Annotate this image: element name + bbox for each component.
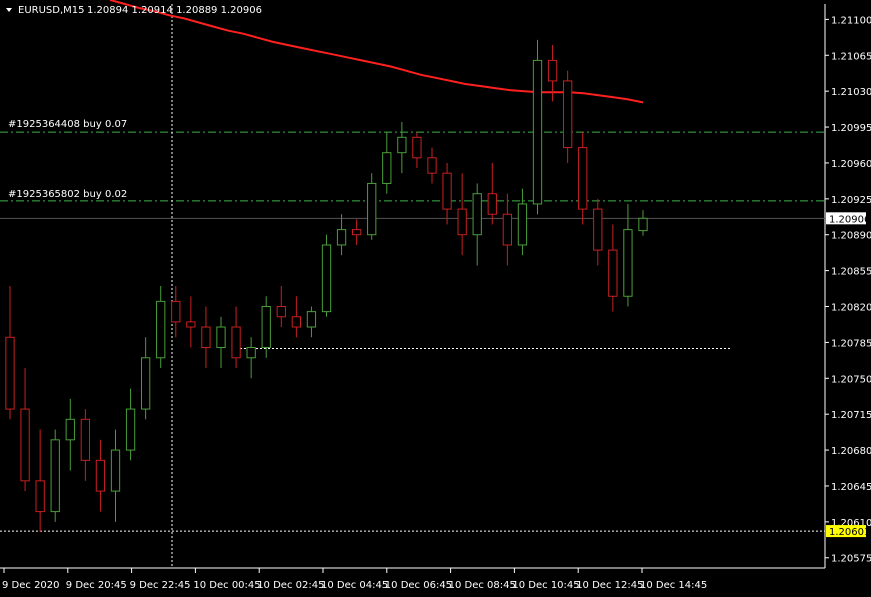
- ohlc-label: 1.20894 1.20914 1.20889 1.20906: [87, 5, 262, 16]
- candle-body: [140, 357, 151, 410]
- candle-body: [457, 208, 467, 236]
- time-tick-label: 10 Dec 00:45: [193, 580, 260, 591]
- candle-body: [547, 59, 558, 82]
- price-tick-label: 1.20750: [831, 374, 871, 385]
- time-tick-label: 10 Dec 14:45: [640, 580, 707, 591]
- candle-body: [562, 80, 573, 149]
- candle-body: [171, 300, 181, 323]
- bid-price-text: 1.20906: [829, 214, 870, 225]
- order-label-1[interactable]: #1925364408 buy 0.07: [8, 119, 127, 130]
- candle-body: [216, 326, 226, 349]
- candle-body: [638, 217, 648, 232]
- candle-body: [186, 321, 196, 328]
- candle-body: [231, 326, 241, 359]
- candle-body: [276, 306, 286, 318]
- time-tick-label: 10 Dec 12:45: [576, 580, 643, 591]
- candle-body: [246, 347, 256, 359]
- candle-body: [487, 193, 497, 215]
- candle-body: [306, 311, 317, 328]
- symbol-label: EURUSD,M15: [18, 5, 84, 16]
- candle-body: [412, 136, 422, 159]
- price-tick-label: 1.20890: [831, 231, 871, 242]
- candle-body: [125, 408, 136, 451]
- candle-body: [532, 59, 543, 205]
- candle-body: [367, 182, 377, 236]
- time-tick-label: 10 Dec 10:45: [512, 580, 579, 591]
- time-tick-label: 10 Dec 06:45: [385, 580, 452, 591]
- candle-body: [5, 336, 15, 410]
- candle-body: [472, 193, 482, 236]
- candle-body: [608, 249, 618, 297]
- candle-body: [65, 418, 75, 441]
- candle-body: [351, 229, 362, 236]
- chart-background: [0, 0, 871, 597]
- time-tick-label: 9 Dec 2020: [2, 580, 60, 591]
- time-tick-label: 9 Dec 20:45: [66, 580, 127, 591]
- candle-body: [201, 326, 211, 349]
- price-tick-label: 1.20925: [831, 195, 871, 206]
- price-tick-label: 1.20995: [831, 123, 871, 134]
- price-tick-label: 1.20960: [831, 159, 871, 170]
- order-label-2[interactable]: #1925365802 buy 0.02: [8, 189, 127, 200]
- candle-body: [35, 480, 45, 513]
- price-tick-label: 1.21065: [831, 51, 871, 62]
- ask-price-text: 1.20601: [829, 527, 870, 538]
- price-tick-label: 1.20575: [831, 554, 871, 565]
- candle-body: [20, 408, 30, 482]
- candle-body: [110, 449, 121, 492]
- price-tick-label: 1.20820: [831, 303, 871, 314]
- candle-body: [261, 306, 271, 349]
- price-tick-label: 1.20680: [831, 446, 871, 457]
- candle-body: [50, 439, 60, 513]
- time-tick-label: 9 Dec 22:45: [130, 580, 191, 591]
- time-tick-label: 10 Dec 04:45: [321, 580, 388, 591]
- candle-body: [156, 300, 166, 359]
- candle-body: [517, 203, 528, 246]
- time-tick-label: 10 Dec 02:45: [257, 580, 324, 591]
- price-tick-label: 1.20855: [831, 267, 871, 278]
- time-tick-label: 10 Dec 08:45: [449, 580, 516, 591]
- candle-body: [578, 147, 588, 210]
- candle-body: [427, 157, 437, 174]
- candle-body: [321, 244, 332, 313]
- candle-body: [80, 418, 91, 461]
- candle-body: [95, 459, 106, 492]
- price-tick-label: 1.20785: [831, 338, 871, 349]
- candle-body: [502, 213, 513, 246]
- candle-body: [291, 316, 302, 328]
- price-tick-label: 1.21030: [831, 87, 871, 98]
- candlestick-chart[interactable]: 1.21100 1.21065 1.21030 1.20995 1.20960 1.209…: [0, 0, 871, 597]
- candle-body: [382, 152, 392, 184]
- candle-body: [623, 229, 633, 297]
- price-tick-label: 1.20715: [831, 410, 871, 421]
- candle-body: [593, 208, 603, 251]
- candle-body: [442, 172, 452, 210]
- candle-body: [336, 229, 347, 246]
- price-tick-label: 1.20645: [831, 482, 871, 493]
- candle-body: [397, 136, 407, 154]
- price-tick-label: 1.21100: [831, 15, 871, 26]
